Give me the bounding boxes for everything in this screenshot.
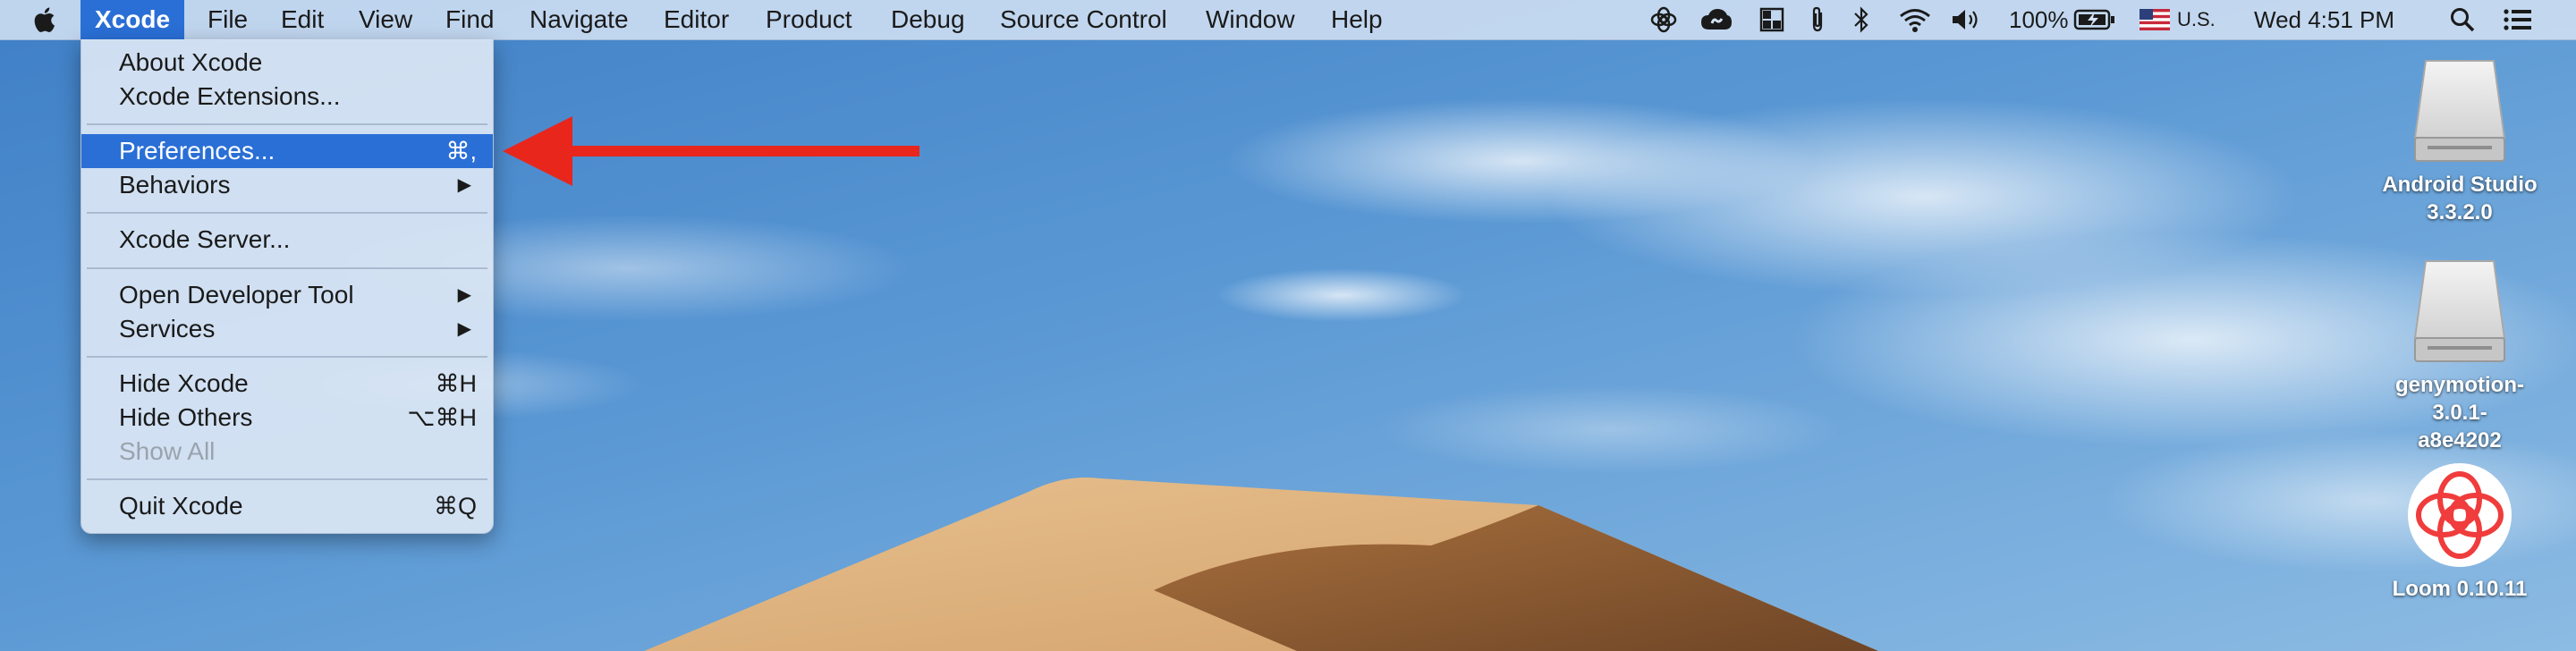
desktop-icon-android-studio[interactable]: Android Studio 3.3.2.0: [2370, 55, 2549, 226]
menu-separator: [87, 478, 487, 480]
desktop-icon-label: genymotion-3.0.1-: [2395, 373, 2524, 425]
submenu-arrow-icon: ▶: [457, 319, 471, 339]
bluetooth-icon[interactable]: [1852, 0, 1871, 39]
apple-logo-icon[interactable]: [30, 4, 61, 35]
menu-separator: [87, 267, 487, 269]
menu-item-xcode-server[interactable]: Xcode Server...: [81, 223, 493, 257]
menu-item-behaviors[interactable]: Behaviors ▶: [81, 168, 493, 202]
menu-bar: Xcode File Edit View Find Navigate Edito…: [0, 0, 2576, 40]
menu-product[interactable]: Product: [751, 0, 867, 39]
menu-item-label: Open Developer Tool: [119, 281, 354, 309]
submenu-arrow-icon: ▶: [457, 175, 471, 195]
menu-navigate[interactable]: Navigate: [515, 0, 643, 39]
menu-item-shortcut: ⌘Q: [433, 493, 477, 520]
menu-item-label: Hide Xcode: [119, 369, 249, 397]
menu-item-label: Preferences...: [119, 137, 275, 165]
clock[interactable]: Wed 4:51 PM: [2254, 0, 2394, 39]
creative-cloud-icon[interactable]: [1699, 0, 1733, 39]
menu-item-xcode-extensions[interactable]: Xcode Extensions...: [81, 80, 493, 114]
desktop-icon-label: a8e4202: [2418, 428, 2502, 452]
desktop-icon-label: Loom 0.10.11: [2392, 577, 2528, 601]
menu-separator: [87, 356, 487, 358]
wifi-icon[interactable]: [1898, 0, 1932, 39]
menu-item-label: Show All: [119, 437, 216, 465]
menu-item-shortcut: ⌘H: [435, 370, 478, 397]
menu-item-label: Hide Others: [119, 403, 253, 431]
menu-xcode[interactable]: Xcode: [80, 0, 185, 39]
menu-help[interactable]: Help: [1317, 0, 1397, 39]
menu-item-shortcut: ⌘,: [445, 138, 477, 165]
annotation-arrow: [503, 116, 919, 186]
menu-item-label: Behaviors: [119, 171, 231, 199]
menu-item-show-all: Show All: [81, 435, 493, 469]
menu-edit[interactable]: Edit: [267, 0, 338, 39]
loom-app-icon: [2408, 463, 2512, 567]
menu-editor[interactable]: Editor: [649, 0, 743, 39]
menu-separator: [87, 123, 487, 125]
xcode-menu-dropdown: About Xcode Xcode Extensions... Preferen…: [80, 39, 494, 534]
menu-window[interactable]: Window: [1191, 0, 1309, 39]
menu-item-label: Xcode Extensions...: [119, 82, 341, 110]
menu-item-open-developer-tool[interactable]: Open Developer Tool ▶: [81, 278, 493, 312]
menu-item-hide-others[interactable]: Hide Others ⌥⌘H: [81, 401, 493, 435]
input-source-label[interactable]: U.S.: [2177, 0, 2216, 39]
menu-item-label: Xcode Server...: [119, 225, 291, 253]
openai-status-icon[interactable]: [1649, 0, 1678, 39]
notification-center-icon[interactable]: [2503, 0, 2533, 39]
volume-icon[interactable]: [1950, 0, 1984, 39]
disk-image-icon: [2413, 60, 2506, 162]
menu-item-label: Services: [119, 315, 216, 342]
menu-file[interactable]: File: [193, 0, 262, 39]
menu-item-label: About Xcode: [119, 48, 263, 76]
desktop-icon-label: 3.3.2.0: [2427, 200, 2493, 224]
us-flag-icon[interactable]: [2140, 0, 2170, 39]
menu-separator: [87, 212, 487, 214]
battery-percentage[interactable]: 100%: [2009, 0, 2069, 39]
menu-view[interactable]: View: [344, 0, 427, 39]
window-manager-icon[interactable]: [1758, 0, 1785, 39]
menu-item-preferences[interactable]: Preferences... ⌘,: [81, 134, 493, 168]
menu-item-label: Quit Xcode: [119, 492, 243, 520]
menu-debug[interactable]: Debug: [877, 0, 979, 39]
menu-item-hide-xcode[interactable]: Hide Xcode ⌘H: [81, 367, 493, 401]
menu-item-shortcut: ⌥⌘H: [407, 404, 477, 431]
paperclip-icon[interactable]: [1807, 0, 1828, 39]
menu-item-services[interactable]: Services ▶: [81, 312, 493, 346]
disk-image-icon: [2413, 260, 2506, 362]
desktop-icon-loom[interactable]: Loom 0.10.11: [2370, 460, 2549, 603]
battery-charging-icon[interactable]: [2073, 0, 2116, 39]
menu-item-quit-xcode[interactable]: Quit Xcode ⌘Q: [81, 489, 493, 523]
desktop-icon-genymotion[interactable]: genymotion-3.0.1- a8e4202: [2370, 256, 2549, 454]
menu-find[interactable]: Find: [431, 0, 508, 39]
menu-source-control[interactable]: Source Control: [986, 0, 1182, 39]
menu-item-about-xcode[interactable]: About Xcode: [81, 46, 493, 80]
desktop-icon-label: Android Studio: [2382, 173, 2538, 197]
submenu-arrow-icon: ▶: [457, 285, 471, 305]
spotlight-search-icon[interactable]: [2449, 0, 2476, 39]
